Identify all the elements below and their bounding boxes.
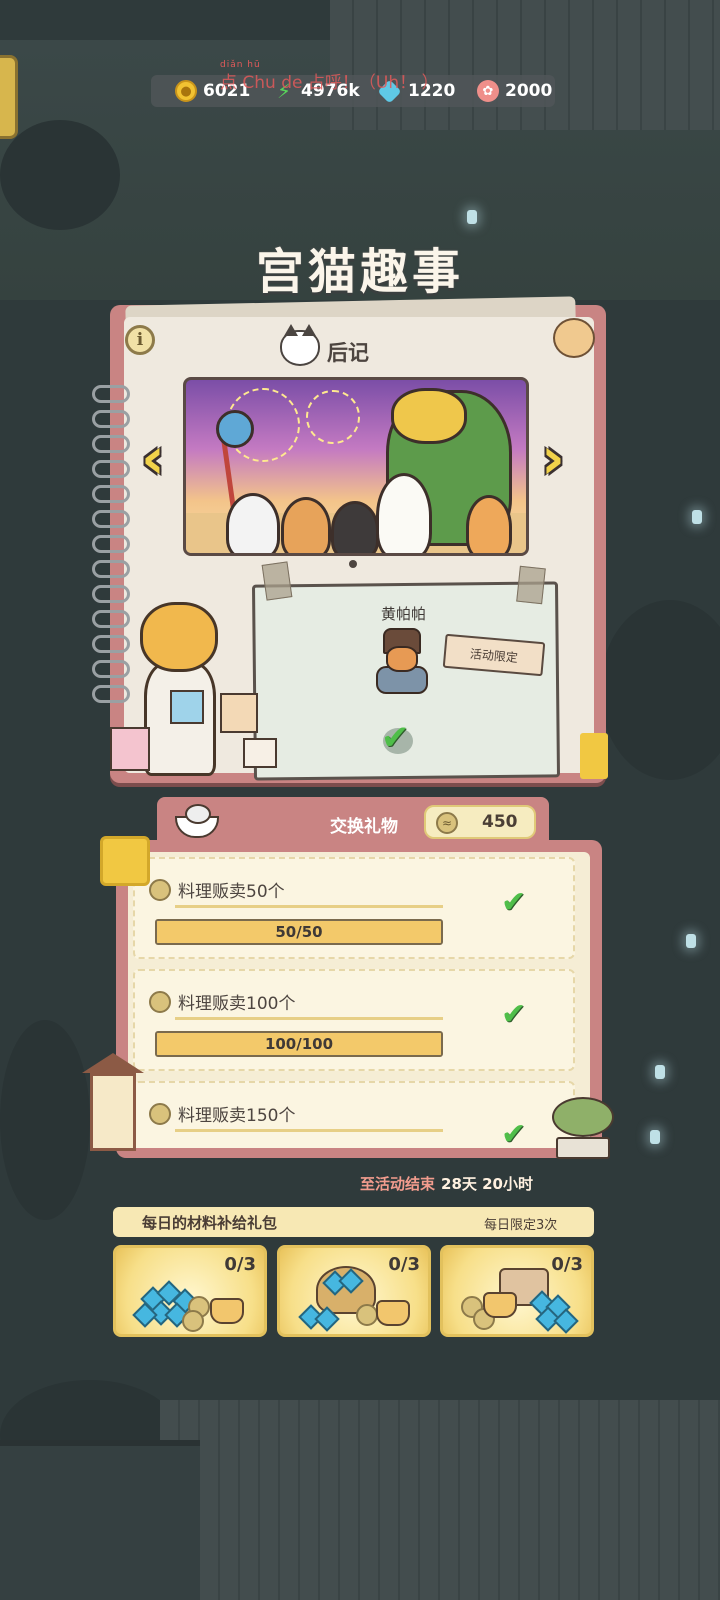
previous-arrow-button[interactable]: ‹ xyxy=(132,429,174,487)
gift-box-icon xyxy=(220,693,258,733)
info-button[interactable]: i xyxy=(125,325,155,355)
spiral-binding xyxy=(92,510,130,528)
spiral-binding xyxy=(92,610,130,628)
bonsai-decoration xyxy=(550,1097,614,1159)
resource-fish-tokens[interactable]: ✿ 2000 xyxy=(477,75,552,107)
coin-icon: ● xyxy=(175,80,197,102)
pack-purchase-count: 0/3 xyxy=(388,1254,420,1275)
countdown-remaining: 28天 20小时 xyxy=(441,1175,533,1193)
event-countdown: 至活动结束 28天 20小时 xyxy=(360,1173,533,1194)
event-title: 宫猫趣事 xyxy=(255,244,464,300)
spiral-binding xyxy=(92,435,130,453)
task-name: 料理贩卖150个 xyxy=(178,1106,296,1126)
next-arrow-button[interactable]: › xyxy=(532,429,574,487)
gift-box-icon xyxy=(243,738,277,768)
task-row: 料理贩卖100个 100/100 ✔ xyxy=(133,969,575,1071)
story-illustration xyxy=(183,377,529,556)
cloud-coin-icon xyxy=(149,991,171,1013)
hamster-sticker-icon xyxy=(553,318,595,358)
pack-purchase-count: 0/3 xyxy=(224,1254,256,1275)
claimed-check-icon: ✔ xyxy=(375,718,423,758)
spiral-binding xyxy=(92,410,130,428)
tape-strip xyxy=(516,565,546,605)
spiral-binding xyxy=(92,460,130,478)
paw-corner-tab xyxy=(580,733,608,779)
daily-pack-gems[interactable]: 0/3 xyxy=(113,1245,267,1337)
task-progress-text: 50/50 xyxy=(275,923,323,941)
task-progress-text: 100/100 xyxy=(264,1035,334,1053)
spiral-binding xyxy=(92,685,130,703)
task-complete-check-icon[interactable]: ✔ xyxy=(501,1117,526,1148)
cloud-coin-icon xyxy=(149,1103,171,1125)
spiral-binding xyxy=(92,535,130,553)
task-row: 料理贩卖150个 ✔ xyxy=(133,1081,575,1148)
daily-pack-limit: 每日限定3次 xyxy=(484,1218,558,1233)
character-name: 黄帕帕 xyxy=(381,605,427,623)
daily-pack-gem-sack[interactable]: 0/3 xyxy=(277,1245,431,1337)
daily-pack-title: 每日的材料补给礼包 xyxy=(142,1214,278,1232)
gift-box-icon xyxy=(170,690,204,724)
tape-strip xyxy=(261,561,293,601)
exchange-cost-button[interactable]: ≈ 450 xyxy=(424,805,536,839)
task-progress-bar: 50/50 xyxy=(155,919,443,945)
fish-token-count: 2000 xyxy=(505,81,553,101)
paw-corner-tab xyxy=(100,836,150,886)
exchange-label: 交换礼物 xyxy=(330,817,398,837)
task-complete-check-icon[interactable]: ✔ xyxy=(501,997,526,1032)
spiral-binding xyxy=(92,485,130,503)
spiral-binding xyxy=(92,560,130,578)
rice-bowl-icon xyxy=(175,802,219,838)
task-list[interactable]: 料理贩卖50个 50/50 ✔ 料理贩卖100个 100/100 ✔ 料理贩卖1… xyxy=(128,852,590,1148)
page-indicator-dot xyxy=(349,560,357,568)
character-portrait xyxy=(368,628,432,694)
exchange-cost-value: 450 xyxy=(482,812,518,832)
spiral-binding xyxy=(92,660,130,678)
spiral-binding xyxy=(92,385,130,403)
gift-box-icon xyxy=(110,727,150,771)
cloud-coin-icon xyxy=(149,879,171,901)
task-complete-check-icon[interactable]: ✔ xyxy=(501,885,526,920)
countdown-label: 至活动结束 xyxy=(360,1175,436,1193)
task-name: 料理贩卖100个 xyxy=(178,994,296,1014)
cloud-coin-icon: ≈ xyxy=(436,812,458,834)
overlay-caption: 点 Chu de 占呼！（Uh！ ） xyxy=(220,73,439,93)
spiral-binding xyxy=(92,585,130,603)
lantern-decoration xyxy=(82,1045,144,1160)
task-progress-bar: 100/100 xyxy=(155,1031,443,1057)
task-row: 料理贩卖50个 50/50 ✔ xyxy=(133,857,575,959)
cat-head-icon xyxy=(280,324,320,366)
story-section-label: 后记 xyxy=(327,341,369,365)
pack-purchase-count: 0/3 xyxy=(551,1254,583,1275)
fish-token-icon: ✿ xyxy=(477,80,499,102)
spiral-binding xyxy=(92,635,130,653)
task-name: 料理贩卖50个 xyxy=(178,882,285,902)
side-menu-tab[interactable] xyxy=(0,55,18,139)
daily-pack-chest[interactable]: 0/3 xyxy=(440,1245,594,1337)
